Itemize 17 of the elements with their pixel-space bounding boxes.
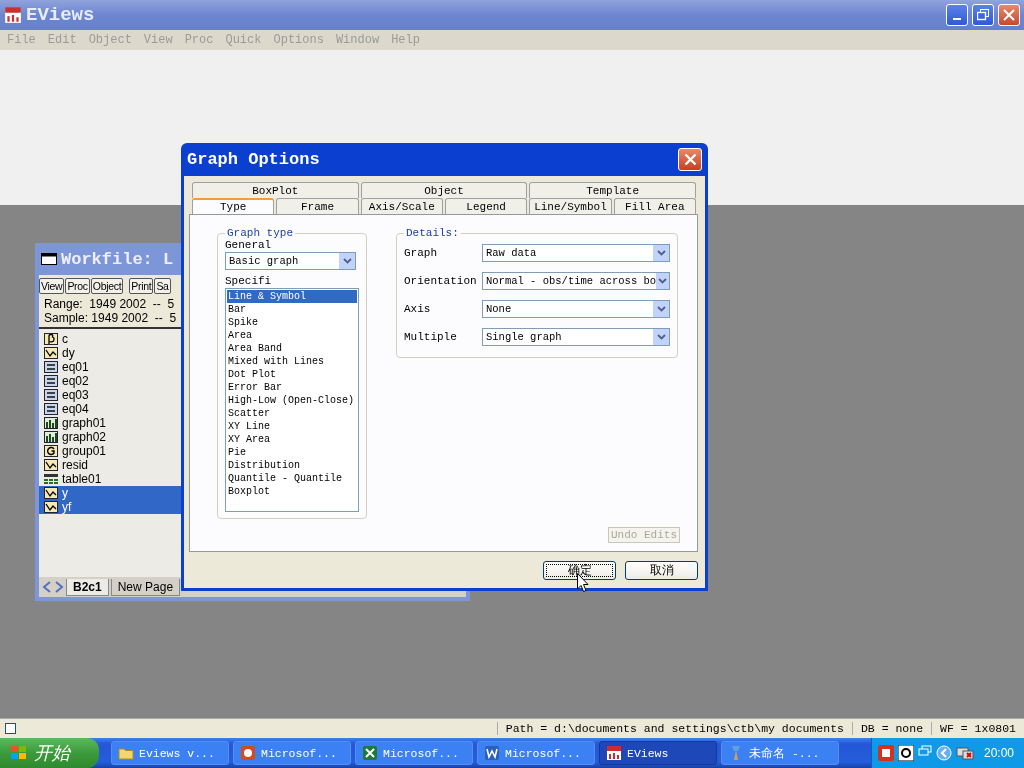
path-text: Path = d:\documents and settings\ctb\my documents: [496, 722, 852, 735]
group-title: Graph type: [226, 227, 294, 239]
field-label: Orientation: [404, 275, 478, 287]
field-label: Specifi: [225, 275, 273, 288]
field-label: Multiple: [404, 331, 458, 343]
workfile-text: WF = 1x0801: [931, 722, 1024, 735]
clock: 20:00: [983, 746, 1014, 760]
window-title: Workfile: L: [61, 249, 174, 269]
sample-text: Sample: 1949 2002 -- 5: [43, 311, 178, 325]
database-text: DB = none: [851, 722, 932, 735]
field-label: Axis: [404, 303, 432, 315]
field-label: Graph: [404, 247, 438, 259]
dialog-title: Graph Options: [187, 150, 321, 169]
range-text: Range: 1949 2002 -- 5: [43, 297, 176, 311]
app-title: EViews: [26, 4, 96, 26]
group-title: Details:: [405, 227, 460, 239]
field-label: General: [225, 239, 273, 252]
